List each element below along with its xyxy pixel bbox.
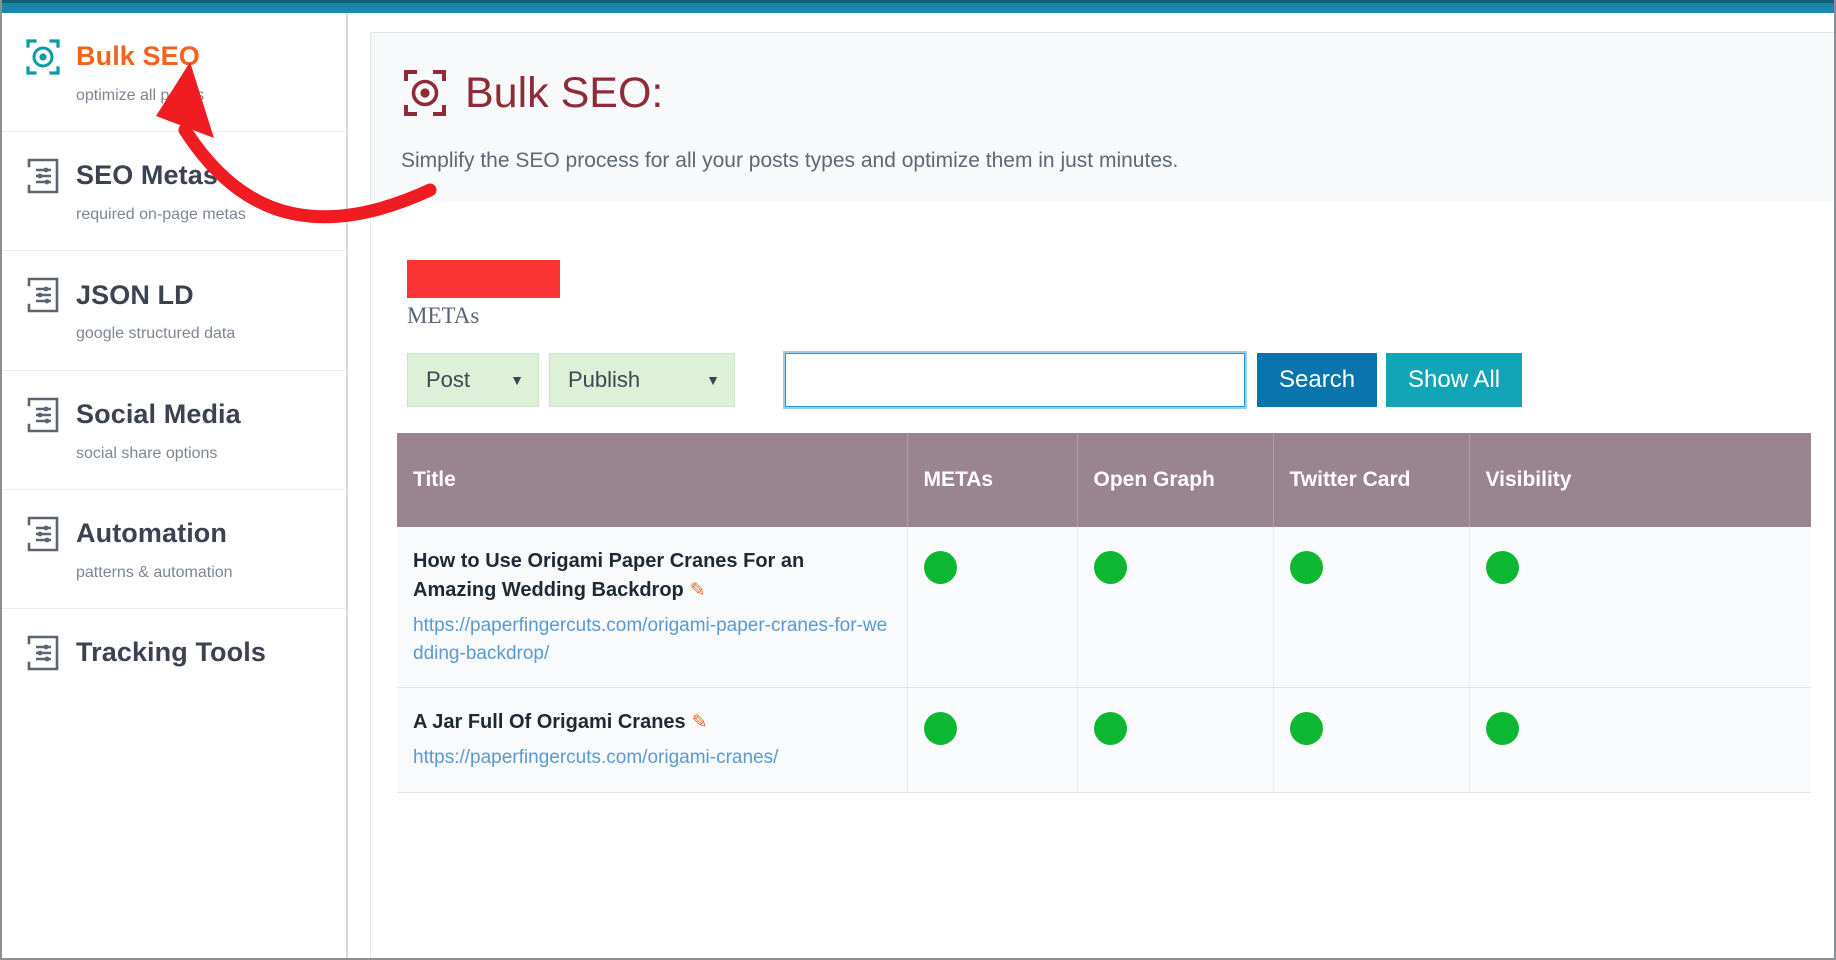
chevron-down-icon: ▼ [706,372,720,388]
status-badge-visibility [1485,551,1519,584]
cell-visibility [1469,527,1811,689]
sidebar-item-automation[interactable]: Automation patterns & automation [0,490,346,609]
status-badge-visibility [1485,712,1519,746]
cell-visibility [1469,687,1811,793]
sidebar-item-sublabel: optimize all pages [76,87,205,104]
post-title[interactable]: A Jar Full Of Origami Cranes [413,711,686,733]
target-document-icon [24,37,62,77]
sliders-document-icon [24,156,62,196]
show-all-button[interactable]: Show All [1386,353,1523,407]
post-type-select[interactable]: Post ▼ [407,353,539,407]
cell-title: A Jar Full Of Origami Cranes ✎ https://pa… [397,687,908,793]
main-content: Bulk SEO: Simplify the SEO process for a… [350,13,1836,960]
page-description: Simplify the SEO process for all your po… [401,149,1179,172]
cell-metas [907,527,1078,689]
status-badge-twitter-card [1289,712,1323,746]
table-row: How to Use Origami Paper Cranes For an A… [397,527,1811,689]
filter-toolbar: Post ▼ Publish ▼ Search Show All [407,351,1807,409]
sidebar-item-row: Tracking Tools [24,633,346,673]
column-header-twitter-card[interactable]: Twitter Card [1273,433,1470,527]
table-body: How to Use Origami Paper Cranes For an A… [397,527,1811,793]
cell-open-graph [1077,527,1274,689]
cell-title: How to Use Origami Paper Cranes For an A… [397,527,908,689]
column-header-open-graph[interactable]: Open Graph [1077,433,1274,527]
cell-open-graph [1077,687,1274,793]
sidebar-item-label: Tracking Tools [76,637,266,668]
sidebar-item-sublabel: required on-page metas [76,206,246,224]
sidebar-item-label: Automation [76,517,227,548]
search-button[interactable]: Search [1257,353,1378,407]
metas-stat-label: METAs [407,303,480,328]
sidebar-item-label: Social Media [76,398,241,429]
post-title[interactable]: How to Use Origami Paper Cranes For an A… [413,550,804,601]
status-badge-twitter-card [1289,551,1323,584]
edit-icon[interactable]: ✎ [690,579,706,602]
sidebar-item-bulk-seo[interactable]: Bulk SEO optimize all pages [0,13,346,133]
column-header-metas[interactable]: METAs [907,433,1078,527]
chevron-down-icon: ▼ [510,372,524,388]
status-badge-open-graph [1093,712,1127,746]
sliders-document-icon [24,395,62,435]
column-header-title[interactable]: Title [397,433,908,527]
cell-twitter-card [1273,527,1470,689]
seo-table-container: Title METAs Open Graph Twitter Card Visi… [397,433,1811,959]
sidebar-item-row: Automation [24,514,346,554]
sidebar-item-seo-metas[interactable]: SEO Metas required on-page metas [0,132,346,252]
seo-table: Title METAs Open Graph Twitter Card Visi… [397,433,1811,793]
sidebar-item-json-ld[interactable]: JSON LD google structured data [0,251,346,371]
post-type-value: Post [426,367,471,392]
status-badge-metas [923,551,957,584]
edit-icon[interactable]: ✎ [692,711,708,734]
sidebar-item-label: SEO Metas [76,160,218,191]
page-title: Bulk SEO: [401,67,1805,119]
target-document-icon [401,67,449,119]
table-header-row: Title METAs Open Graph Twitter Card Visi… [397,433,1811,527]
metas-count-redacted [407,260,560,298]
bulk-seo-body: METAs Post ▼ Publish ▼ Search Show All T… [370,218,1836,960]
sidebar-item-label: Bulk SEO [76,41,200,72]
cell-twitter-card [1273,687,1470,793]
table-row: A Jar Full Of Origami Cranes ✎ https://pa… [397,687,1811,793]
table-header: Title METAs Open Graph Twitter Card Visi… [397,433,1811,527]
sidebar-item-row: JSON LD [24,275,346,315]
status-badge-open-graph [1093,551,1127,584]
sidebar-item-social-media[interactable]: Social Media social share options [0,371,346,490]
app-root: Bulk SEO optimize all pages SEO Metas re… [0,0,1836,960]
sidebar-item-row: SEO Metas [24,156,346,196]
sidebar-item-sublabel: patterns & automation [76,563,233,581]
status-badge-metas [923,712,957,746]
column-header-visibility[interactable]: Visibility [1469,433,1811,527]
admin-topbar [0,0,1836,13]
post-url[interactable]: https://paperfingercuts.com/origami-pape… [413,612,891,667]
post-status-select[interactable]: Publish ▼ [549,353,735,407]
cell-metas [907,687,1078,793]
sidebar-item-sublabel: google structured data [76,325,236,343]
post-url[interactable]: https://paperfingercuts.com/origami-cran… [413,744,891,772]
sidebar-item-row: Social Media [24,395,346,435]
sliders-document-icon [24,633,62,673]
search-input[interactable] [783,351,1247,409]
topbar-edge [0,0,1836,3]
sidebar-item-label: JSON LD [76,279,194,310]
page-header-card: Bulk SEO: Simplify the SEO process for a… [370,32,1836,203]
sliders-document-icon [24,275,62,315]
sliders-document-icon [24,514,62,554]
sidebar-item-row: Bulk SEO [24,37,346,77]
sidebar-item-tracking-tools[interactable]: Tracking Tools [0,609,346,699]
page-title-text: Bulk SEO: [465,68,664,117]
sidebar-item-sublabel: social share options [76,444,218,462]
plugin-sidebar: Bulk SEO optimize all pages SEO Metas re… [0,13,348,960]
post-status-value: Publish [568,367,641,392]
